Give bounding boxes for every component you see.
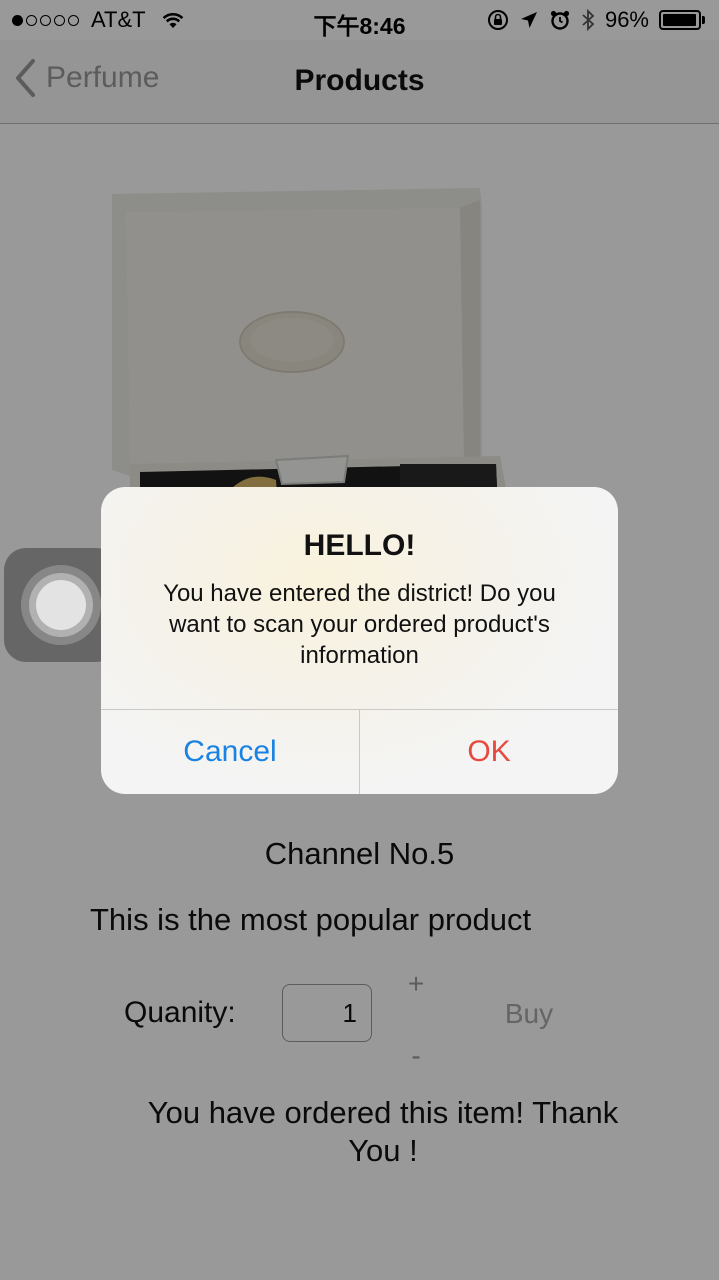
alert-title: HELLO!	[303, 529, 416, 562]
alert-message: You have entered the district! Do you wa…	[163, 580, 556, 669]
screen: AT&T 下午8:46 96% Perfume Products Channel…	[0, 0, 719, 1280]
cancel-button[interactable]: Cancel	[101, 710, 359, 794]
ok-button[interactable]: OK	[360, 710, 618, 794]
alert-dialog: HELLO! You have entered the district! Do…	[101, 487, 618, 794]
